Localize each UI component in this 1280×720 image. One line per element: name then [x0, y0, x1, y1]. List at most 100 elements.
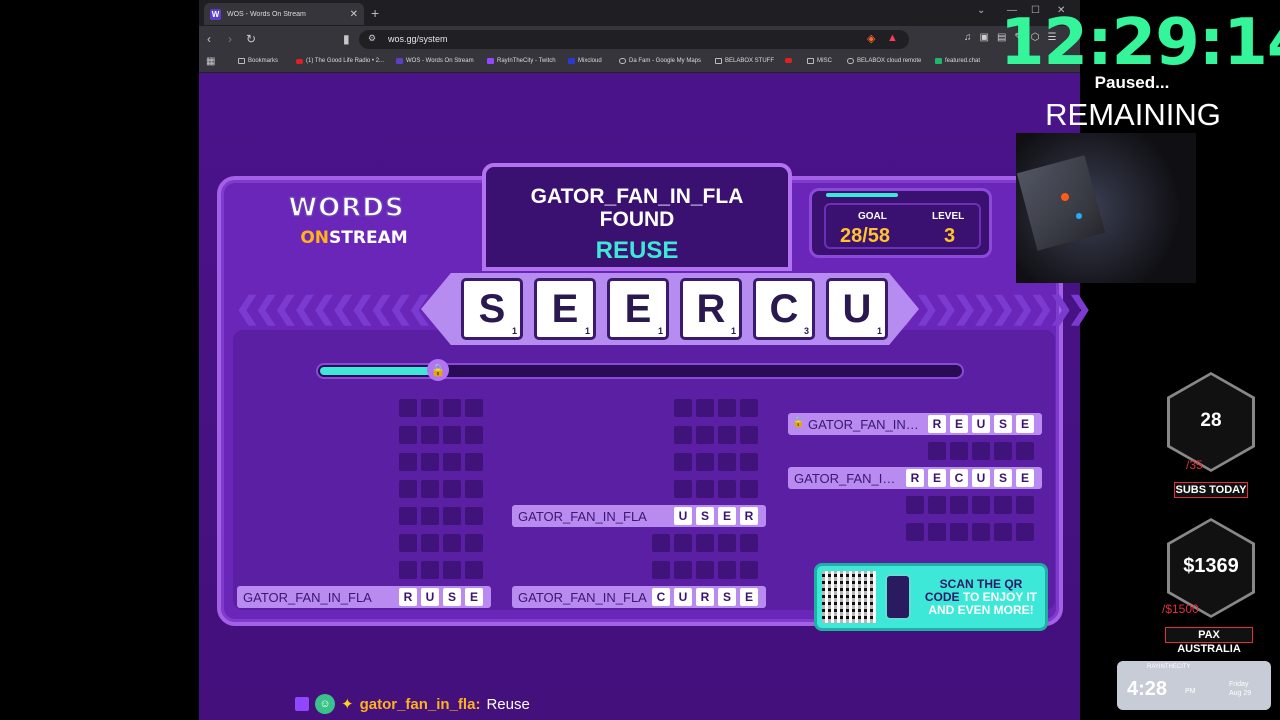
bookmark-item[interactable]: BELABOX STUFF — [715, 58, 774, 64]
qr-promo[interactable]: SCAN THE QR CODE TO ENJOY IT AND EVEN MO… — [814, 563, 1048, 631]
globe-icon — [847, 58, 854, 64]
letter-cell — [465, 399, 483, 417]
letter-cell — [399, 534, 417, 552]
letter-tile: U1 — [826, 278, 888, 340]
found-player-name: GATOR_FAN_IN_FLA FOUND — [486, 185, 788, 231]
letter-cell — [443, 399, 461, 417]
remaining-text: REMAINING — [1045, 97, 1221, 132]
letter-tile: C3 — [753, 278, 815, 340]
letter-cell: U — [972, 415, 990, 433]
letter-cell — [696, 480, 714, 498]
right-chevrons-icon: ❯❯❯❯❯❯❯❯❯❯ — [895, 292, 1092, 325]
bookmark-item[interactable] — [785, 58, 792, 63]
bookmark-item[interactable]: (1) The Good Life Radio • 2... — [296, 58, 384, 64]
new-tab-icon[interactable]: + — [371, 5, 379, 21]
letter-cell: S — [718, 588, 736, 606]
letter-cell — [465, 534, 483, 552]
qr-line3: AND EVEN MORE! — [928, 603, 1034, 617]
letter-char: E — [624, 287, 652, 331]
logo-stream-text: STREAM — [329, 228, 408, 248]
word-row: 🔒 GATOR_FAN_IN… R E U S E — [788, 413, 1042, 435]
letter-cell: E — [465, 588, 483, 606]
countdown-timer: 12:29:14 — [1000, 6, 1280, 80]
tab-wos[interactable]: W WOS - Words On Stream ✕ — [204, 3, 364, 25]
site-info-icon[interactable]: ⚙ — [368, 33, 376, 44]
back-icon[interactable]: ‹ — [207, 32, 211, 46]
brave-shield-icon[interactable]: ◈ — [867, 32, 875, 45]
chat-text: Reuse — [486, 695, 530, 713]
bookmark-item[interactable]: Bookmarks — [238, 58, 278, 64]
letter-cell — [696, 453, 714, 471]
clock-day-text: Friday — [1229, 681, 1249, 688]
twitch-icon — [295, 697, 309, 711]
clock-user: RAYINTHECITY — [1147, 664, 1191, 670]
chat-separator: : — [475, 695, 481, 713]
letter-cell — [443, 480, 461, 498]
bookmark-item[interactable]: Da Fam - Google My Maps — [619, 58, 701, 64]
letter-cell: U — [421, 588, 439, 606]
reload-icon[interactable]: ↻ — [246, 32, 256, 46]
letter-cell — [399, 399, 417, 417]
game-area: WORDS ONSTREAM GATOR_FAN_IN_FLA FOUND REU… — [199, 73, 1092, 720]
letter-cell — [740, 534, 758, 552]
letter-points: 1 — [511, 326, 517, 336]
goal-label: GOAL — [858, 211, 887, 222]
chevron-down-icon[interactable]: ⌄ — [977, 5, 985, 16]
close-tab-icon[interactable]: ✕ — [350, 9, 358, 20]
letter-cell: E — [1016, 469, 1034, 487]
brave-rewards-icon[interactable]: ▲ — [887, 32, 898, 44]
word-row — [237, 451, 491, 473]
letter-cell — [928, 442, 946, 460]
letter-cell: R — [399, 588, 417, 606]
tab-title: WOS - Words On Stream — [227, 10, 306, 18]
apps-grid-icon[interactable]: ▦ — [206, 56, 215, 67]
word-row — [512, 478, 766, 500]
word-row — [512, 424, 766, 446]
letter-cell — [994, 496, 1012, 514]
wos-logo: WORDS ONSTREAM — [279, 192, 414, 263]
bookmark-label: (1) The Good Life Radio • 2... — [306, 58, 385, 64]
subs-today-label: SUBS TODAY — [1174, 482, 1248, 498]
letter-cell — [1016, 442, 1034, 460]
letter-cell — [906, 496, 924, 514]
letter-points: 1 — [584, 326, 590, 336]
bookmark-item[interactable]: MISC — [807, 58, 832, 64]
found-player-text: GATOR_FAN_IN_FLA — [530, 185, 744, 208]
bookmark-item[interactable]: WOS - Words On Stream — [396, 58, 474, 64]
word-row: GATOR_FAN_IN_FLA R U S E — [237, 586, 491, 608]
letter-cell — [674, 426, 692, 444]
letter-cell — [443, 534, 461, 552]
letter-cell — [1016, 496, 1034, 514]
webcam-light — [1076, 213, 1082, 219]
letter-cell — [740, 426, 758, 444]
letter-cell — [421, 453, 439, 471]
bookmark-item[interactable]: Mixcloud — [568, 58, 602, 64]
bookmark-label: Da Fam - Google My Maps — [629, 58, 702, 64]
url-text: wos.gg/system — [388, 34, 448, 44]
found-panel: GATOR_FAN_IN_FLA FOUND REUSE — [482, 163, 792, 271]
letter-cell — [465, 561, 483, 579]
letter-cell — [443, 507, 461, 525]
letter-tile: E1 — [534, 278, 596, 340]
bookmark-item[interactable]: RayInTheCity - Twitch — [487, 58, 556, 64]
forward-icon[interactable]: › — [228, 32, 232, 46]
letter-cell: E — [928, 469, 946, 487]
maps-icon — [619, 58, 626, 64]
letter-cell — [674, 399, 692, 417]
bookmark-label: Mixcloud — [578, 58, 602, 64]
money-value: $1369 — [1183, 555, 1239, 577]
word-row — [788, 440, 1042, 462]
letter-cell — [652, 561, 670, 579]
tab-bar: W WOS - Words On Stream ✕ + ⌄ — ☐ ✕ — [199, 0, 1080, 26]
word-row-player: GATOR_FAN_IN_FLA — [518, 590, 647, 605]
letter-cell: E — [1016, 415, 1034, 433]
letter-points: 1 — [876, 326, 882, 336]
webcam-subject — [1016, 155, 1106, 251]
letter-cell — [652, 534, 670, 552]
paused-text: Paused... — [1094, 73, 1170, 92]
bookmark-item[interactable]: BELABOX cloud remote — [847, 58, 921, 64]
bookmark-item[interactable]: featured.chat — [935, 58, 980, 64]
letter-cell — [718, 426, 736, 444]
letter-cell — [399, 453, 417, 471]
bookmark-icon[interactable]: ▮ — [343, 32, 350, 46]
